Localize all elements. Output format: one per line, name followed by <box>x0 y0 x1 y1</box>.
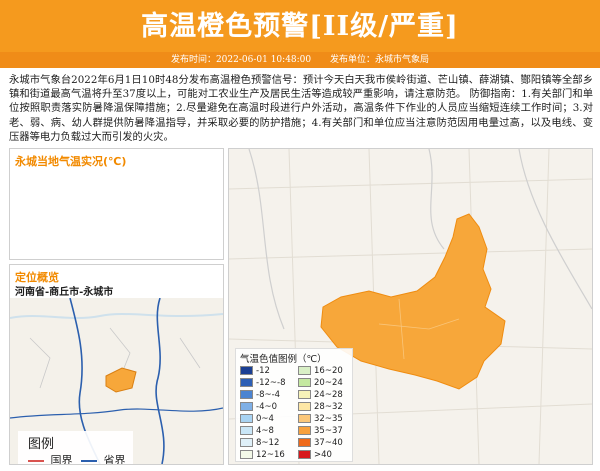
temperature-legend-item: 37~40 <box>298 438 343 448</box>
temperature-range-label: -4~0 <box>256 402 278 412</box>
color-swatch <box>298 438 311 447</box>
temperature-range-label: 28~32 <box>314 402 343 412</box>
color-swatch <box>298 426 311 435</box>
temperature-legend-item: 16~20 <box>298 366 343 376</box>
color-swatch <box>240 414 253 423</box>
temperature-range-label: >40 <box>314 450 332 460</box>
live-temperature-panel: 永城当地气温实况(℃) <box>9 148 224 260</box>
color-swatch <box>240 390 253 399</box>
color-swatch <box>298 414 311 423</box>
national-border-line-icon <box>28 460 44 462</box>
temperature-legend-item: -12 <box>240 366 270 376</box>
temperature-range-label: 32~35 <box>314 414 343 424</box>
color-swatch <box>240 438 253 447</box>
temperature-legend-item: 35~37 <box>298 426 343 436</box>
temperature-legend-item: 12~16 <box>240 450 285 460</box>
temperature-range-label: 16~20 <box>314 366 343 376</box>
temperature-color-legend: 气温色值图例（℃） -12 -12~-8 -8~-4 -4~0 0~4 4~8 8~12 12… <box>235 348 353 462</box>
temperature-legend-item: >40 <box>298 450 332 460</box>
temperature-range-label: 8~12 <box>256 438 280 448</box>
temperature-range-label: 35~37 <box>314 426 343 436</box>
location-path: 河南省-商丘市-永城市 <box>15 287 114 298</box>
color-swatch <box>240 402 253 411</box>
warning-description: 永城市气象台2022年6月1日10时48分发布高温橙色预警信号：预计今天白天我市… <box>9 74 593 143</box>
temperature-range-label: 20~24 <box>314 378 343 388</box>
loc-legend-title: 图例 <box>28 437 55 452</box>
color-swatch <box>298 366 311 375</box>
color-swatch <box>298 402 311 411</box>
publish-info-bar: 发布时间：2022-06-01 10:48:00 发布单位：永城市气象局 <box>0 52 600 68</box>
temperature-range-label: 12~16 <box>256 450 285 460</box>
temperature-range-label: 37~40 <box>314 438 343 448</box>
color-swatch <box>298 390 311 399</box>
temperature-range-label: -8~-4 <box>256 390 281 400</box>
loc-legend-item: 省界 <box>81 452 126 464</box>
color-swatch <box>240 426 253 435</box>
warning-area-map-panel: 气温色值图例（℃） -12 -12~-8 -8~-4 -4~0 0~4 4~8 8~12 12… <box>228 148 593 465</box>
temperature-legend-item: -4~0 <box>240 402 277 412</box>
warning-title: 高温橙色预警[II级/严重] <box>141 11 459 42</box>
temperature-legend-item: 28~32 <box>298 402 343 412</box>
temperature-legend-item: 20~24 <box>298 378 343 388</box>
temperature-legend-title: 气温色值图例（℃） <box>240 354 327 365</box>
loc-map-legend: 图例 国界 省界 <box>18 431 133 464</box>
temperature-legend-item: 32~35 <box>298 414 343 424</box>
temperature-range-label: 24~28 <box>314 390 343 400</box>
color-swatch <box>298 450 311 459</box>
color-swatch <box>240 366 253 375</box>
temperature-range-label: -12 <box>256 366 270 376</box>
temperature-legend-item: -8~-4 <box>240 390 280 400</box>
loc-legend-item: 国界 <box>28 452 73 464</box>
province-border-line-icon <box>81 460 97 462</box>
location-overview-panel: 定位概览 河南省-商丘市-永城市 图例 国界 省界 <box>9 264 224 465</box>
color-swatch <box>240 378 253 387</box>
temperature-legend-item: -12~-8 <box>240 378 285 388</box>
publish-time: 发布时间：2022-06-01 10:48:00 <box>170 55 312 65</box>
temperature-legend-item: 8~12 <box>240 438 279 448</box>
temperature-range-label: 4~8 <box>256 426 274 436</box>
temperature-legend-item: 0~4 <box>240 414 274 424</box>
temperature-range-label: 0~4 <box>256 414 274 424</box>
temperature-legend-item: 4~8 <box>240 426 274 436</box>
warning-header: 高温橙色预警[II级/严重] 发布时间：2022-06-01 10:48:00 … <box>0 0 600 68</box>
publish-unit: 发布单位：永城市气象局 <box>330 55 430 65</box>
temperature-range-label: -12~-8 <box>256 378 286 388</box>
temperature-legend-item: 24~28 <box>298 390 343 400</box>
live-temperature-title: 永城当地气温实况(℃) <box>15 155 127 168</box>
color-swatch <box>240 450 253 459</box>
color-swatch <box>298 378 311 387</box>
